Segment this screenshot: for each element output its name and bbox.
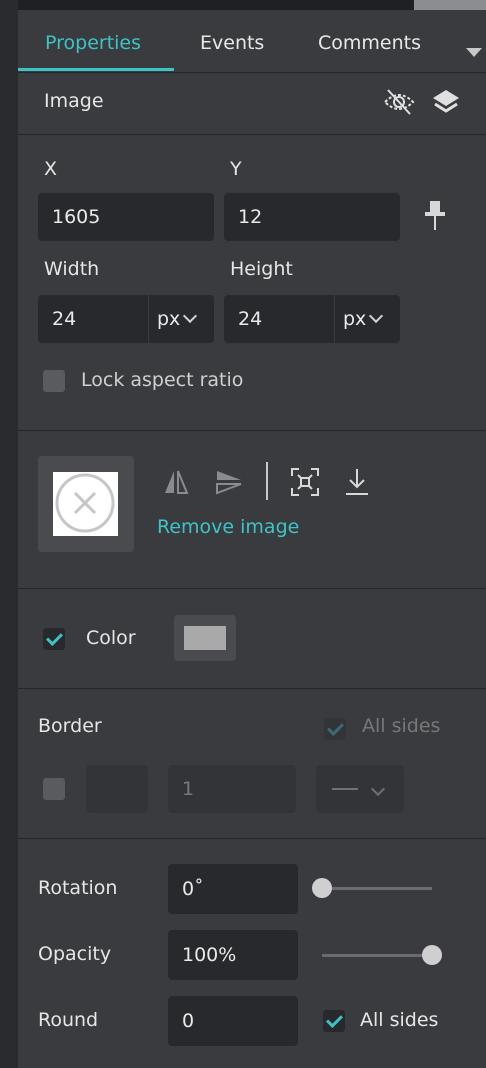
image-thumbnail-frame[interactable] [38, 456, 134, 552]
flip-horizontal-icon[interactable] [162, 468, 190, 496]
border-all-sides-checkbox[interactable] [324, 718, 346, 740]
close-circle-icon [55, 473, 115, 533]
chevron-down-icon [369, 308, 384, 324]
border-style-select[interactable] [316, 765, 404, 813]
rotation-input[interactable]: 0˚ [168, 864, 298, 914]
chevron-down-icon [183, 308, 198, 324]
width-unit-select[interactable]: px [148, 295, 214, 343]
width-unit-value: px [157, 308, 181, 330]
rotation-slider-handle[interactable] [312, 878, 332, 898]
image-preview [53, 472, 118, 536]
border-enable-checkbox[interactable] [43, 778, 65, 800]
color-checkbox[interactable] [43, 628, 65, 650]
divider [18, 838, 486, 839]
round-all-sides-label: All sides [360, 1009, 439, 1031]
hide-eye-icon[interactable] [382, 86, 416, 118]
active-tab-indicator [18, 68, 174, 71]
pin-icon[interactable] [422, 199, 448, 233]
divider [18, 688, 486, 689]
divider [18, 134, 486, 135]
flip-vertical-icon[interactable] [214, 468, 244, 496]
border-width-input[interactable]: 1 [168, 765, 296, 813]
opacity-slider-track[interactable] [322, 954, 432, 957]
y-label: Y [230, 158, 242, 180]
tab-events[interactable]: Events [200, 32, 264, 54]
color-swatch-button[interactable] [174, 615, 236, 661]
section-title: Image [44, 90, 104, 112]
tab-properties[interactable]: Properties [45, 32, 141, 54]
download-icon[interactable] [343, 467, 371, 497]
tab-comments[interactable]: Comments [318, 32, 421, 54]
x-label: X [44, 158, 58, 180]
border-color-swatch[interactable] [86, 765, 148, 813]
toolbar-separator [266, 462, 268, 500]
opacity-slider-handle[interactable] [422, 945, 442, 965]
round-label: Round [38, 1009, 99, 1031]
color-swatch [184, 626, 226, 650]
y-input[interactable]: 12 [224, 193, 400, 241]
border-all-sides-label: All sides [362, 715, 441, 737]
divider [18, 72, 486, 73]
left-edge [0, 0, 18, 1068]
round-all-sides-checkbox[interactable] [323, 1010, 345, 1032]
opacity-label: Opacity [38, 943, 112, 965]
width-label: Width [44, 258, 100, 280]
height-input[interactable]: 24 [224, 295, 334, 343]
top-strip [18, 0, 414, 10]
height-unit-value: px [343, 308, 367, 330]
lock-aspect-label: Lock aspect ratio [81, 369, 244, 391]
divider [18, 430, 486, 431]
height-unit-select[interactable]: px [334, 295, 400, 343]
height-label: Height [230, 258, 293, 280]
opacity-input[interactable]: 100% [168, 930, 298, 980]
round-input[interactable]: 0 [168, 996, 298, 1046]
tabs-overflow-icon[interactable] [466, 48, 482, 57]
rotation-label: Rotation [38, 877, 118, 899]
x-input[interactable]: 1605 [38, 193, 214, 241]
border-label: Border [38, 715, 102, 737]
chevron-down-icon [370, 781, 386, 797]
solid-line-icon [332, 788, 358, 790]
layers-icon[interactable] [431, 86, 461, 118]
fit-to-frame-icon[interactable] [290, 467, 320, 497]
remove-image-link[interactable]: Remove image [157, 516, 299, 538]
rotation-slider-track[interactable] [322, 887, 432, 890]
lock-aspect-checkbox[interactable] [43, 370, 65, 392]
divider [18, 588, 486, 589]
top-strip-handle [414, 0, 486, 10]
width-input[interactable]: 24 [38, 295, 148, 343]
tab-bar: Properties Events Comments [18, 10, 486, 72]
color-label: Color [86, 627, 136, 649]
